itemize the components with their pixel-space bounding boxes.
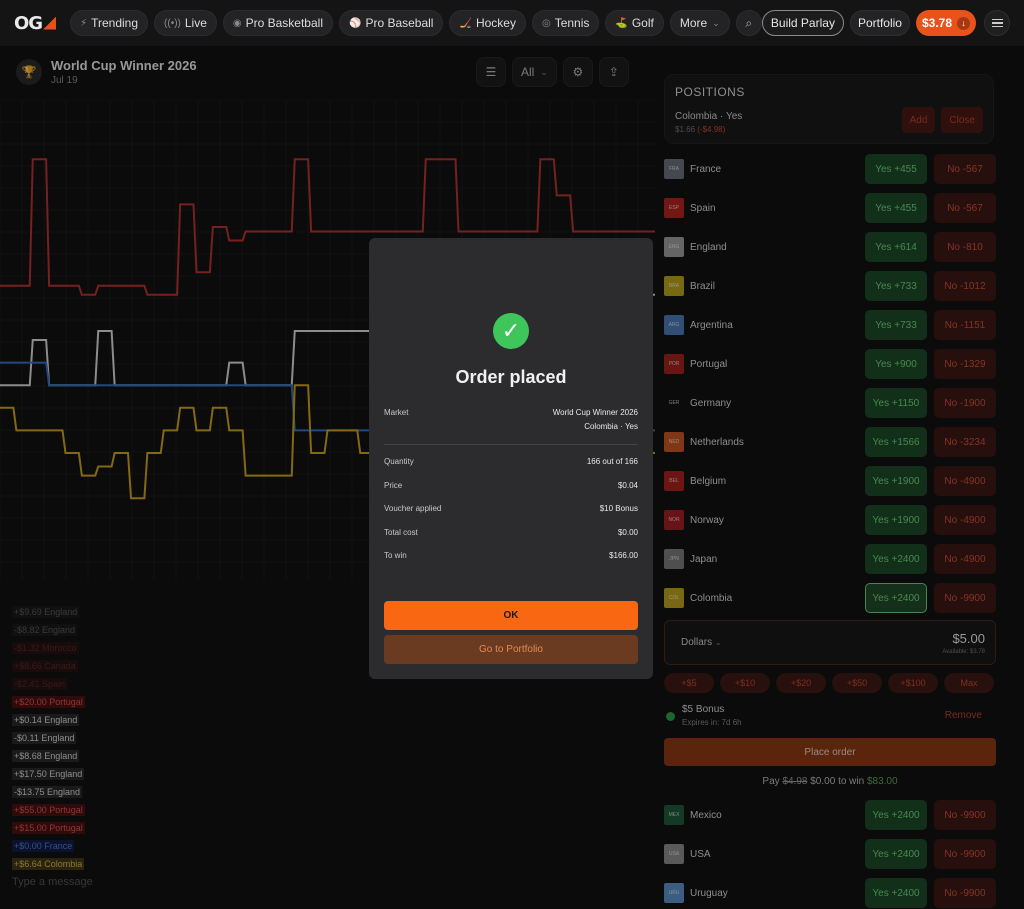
nav-tab-label: Pro Basketball <box>245 16 323 30</box>
modal-market-sub: Colombia · Yes <box>584 422 638 431</box>
modal-row-voucher-applied: Voucher applied $10 Bonus <box>384 504 638 513</box>
nav-tab-icon: 🏒 <box>459 17 472 29</box>
modal-row-label: Voucher applied <box>384 504 442 513</box>
go-to-portfolio-button[interactable]: Go to Portfolio <box>384 635 638 664</box>
nav-tab-label: Live <box>184 16 207 30</box>
balance-button[interactable]: $3.78 ↓ <box>915 10 976 36</box>
nav-tabs: ⚡ Trending ((•)) Live ◉ Pro Basketball ⚾ Pro Ba… <box>70 10 736 36</box>
nav-tab-icon: ⛳ <box>615 17 628 29</box>
modal-row-label: Total cost <box>384 527 418 537</box>
modal-market-value: World Cup Winner 2026 <box>552 408 638 417</box>
nav-tab-label: Trending <box>91 16 139 30</box>
modal-row-label: Price <box>384 480 403 490</box>
modal-market-row: Market World Cup Winner 2026 <box>384 408 638 417</box>
menu-icon[interactable] <box>984 10 1010 36</box>
modal-row-label: To win <box>384 551 407 560</box>
nav-tab-label: Golf <box>631 16 654 30</box>
nav-tab-label: Hockey <box>475 16 516 30</box>
nav-tab-trending[interactable]: ⚡ Trending <box>70 10 149 36</box>
nav-tab-tennis[interactable]: ◎ Tennis <box>531 10 600 36</box>
modal-title: Order placed <box>455 367 567 387</box>
nav-tab-icon: ◎ <box>541 17 551 29</box>
nav-tab-label: More <box>679 16 708 30</box>
modal-divider <box>384 444 638 445</box>
nav-tab-golf[interactable]: ⛳ Golf <box>605 10 664 36</box>
deposit-icon: ↓ <box>957 16 970 30</box>
modal-row-quantity: Quantity 166 out of 166 <box>384 457 638 466</box>
nav-tab-live[interactable]: ((•)) Live <box>154 10 217 36</box>
nav-tab-label: Pro Baseball <box>365 16 434 30</box>
chevron-down-icon: ⌄ <box>712 17 720 28</box>
logo[interactable]: OG <box>14 12 57 34</box>
ok-button[interactable]: OK <box>384 601 638 630</box>
nav-tab-icon: ◉ <box>232 17 242 29</box>
build-parlay-button[interactable]: Build Parlay <box>761 10 844 36</box>
modal-row-to-win: To win $166.00 <box>384 551 638 560</box>
nav-tab-pro-basketball[interactable]: ◉ Pro Basketball <box>222 10 333 36</box>
modal-row-price: Price $0.04 <box>384 481 638 490</box>
nav-right: Build Parlay Portfolio $3.78 ↓ <box>761 10 1010 36</box>
logo-accent-icon <box>43 16 57 30</box>
order-placed-modal: ✓ Order placed Market World Cup Winner 2… <box>369 238 653 679</box>
success-check-icon: ✓ <box>493 313 529 349</box>
modal-row-value: $0.00 <box>617 527 638 537</box>
portfolio-button[interactable]: Portfolio <box>849 10 910 36</box>
balance-value: $3.78 <box>921 16 952 30</box>
modal-row-value: $166.00 <box>609 551 638 560</box>
modal-market-label: Market <box>384 408 409 417</box>
nav-tab-more[interactable]: More ⌄ <box>669 10 730 36</box>
top-nav: OG ⚡ Trending ((•)) Live ◉ Pro Basketball ⚾ Pro… <box>0 0 1024 46</box>
modal-row-value: $0.04 <box>617 480 638 490</box>
logo-text: OG <box>14 12 43 34</box>
modal-row-label: Quantity <box>384 457 414 466</box>
nav-tab-icon: ⚡ <box>80 17 88 29</box>
modal-row-total-cost: Total cost $0.00 <box>384 528 638 537</box>
nav-tab-icon: ⚾ <box>348 17 362 29</box>
modal-row-value: $10 Bonus <box>599 504 638 513</box>
nav-tab-icon: ((•)) <box>164 17 181 29</box>
nav-tab-label: Tennis <box>554 16 590 30</box>
nav-tab-pro-baseball[interactable]: ⚾ Pro Baseball <box>338 10 444 36</box>
search-icon[interactable]: ⌕ <box>735 10 762 36</box>
modal-row-value: 166 out of 166 <box>586 457 638 466</box>
nav-tab-hockey[interactable]: 🏒 Hockey <box>449 10 526 36</box>
